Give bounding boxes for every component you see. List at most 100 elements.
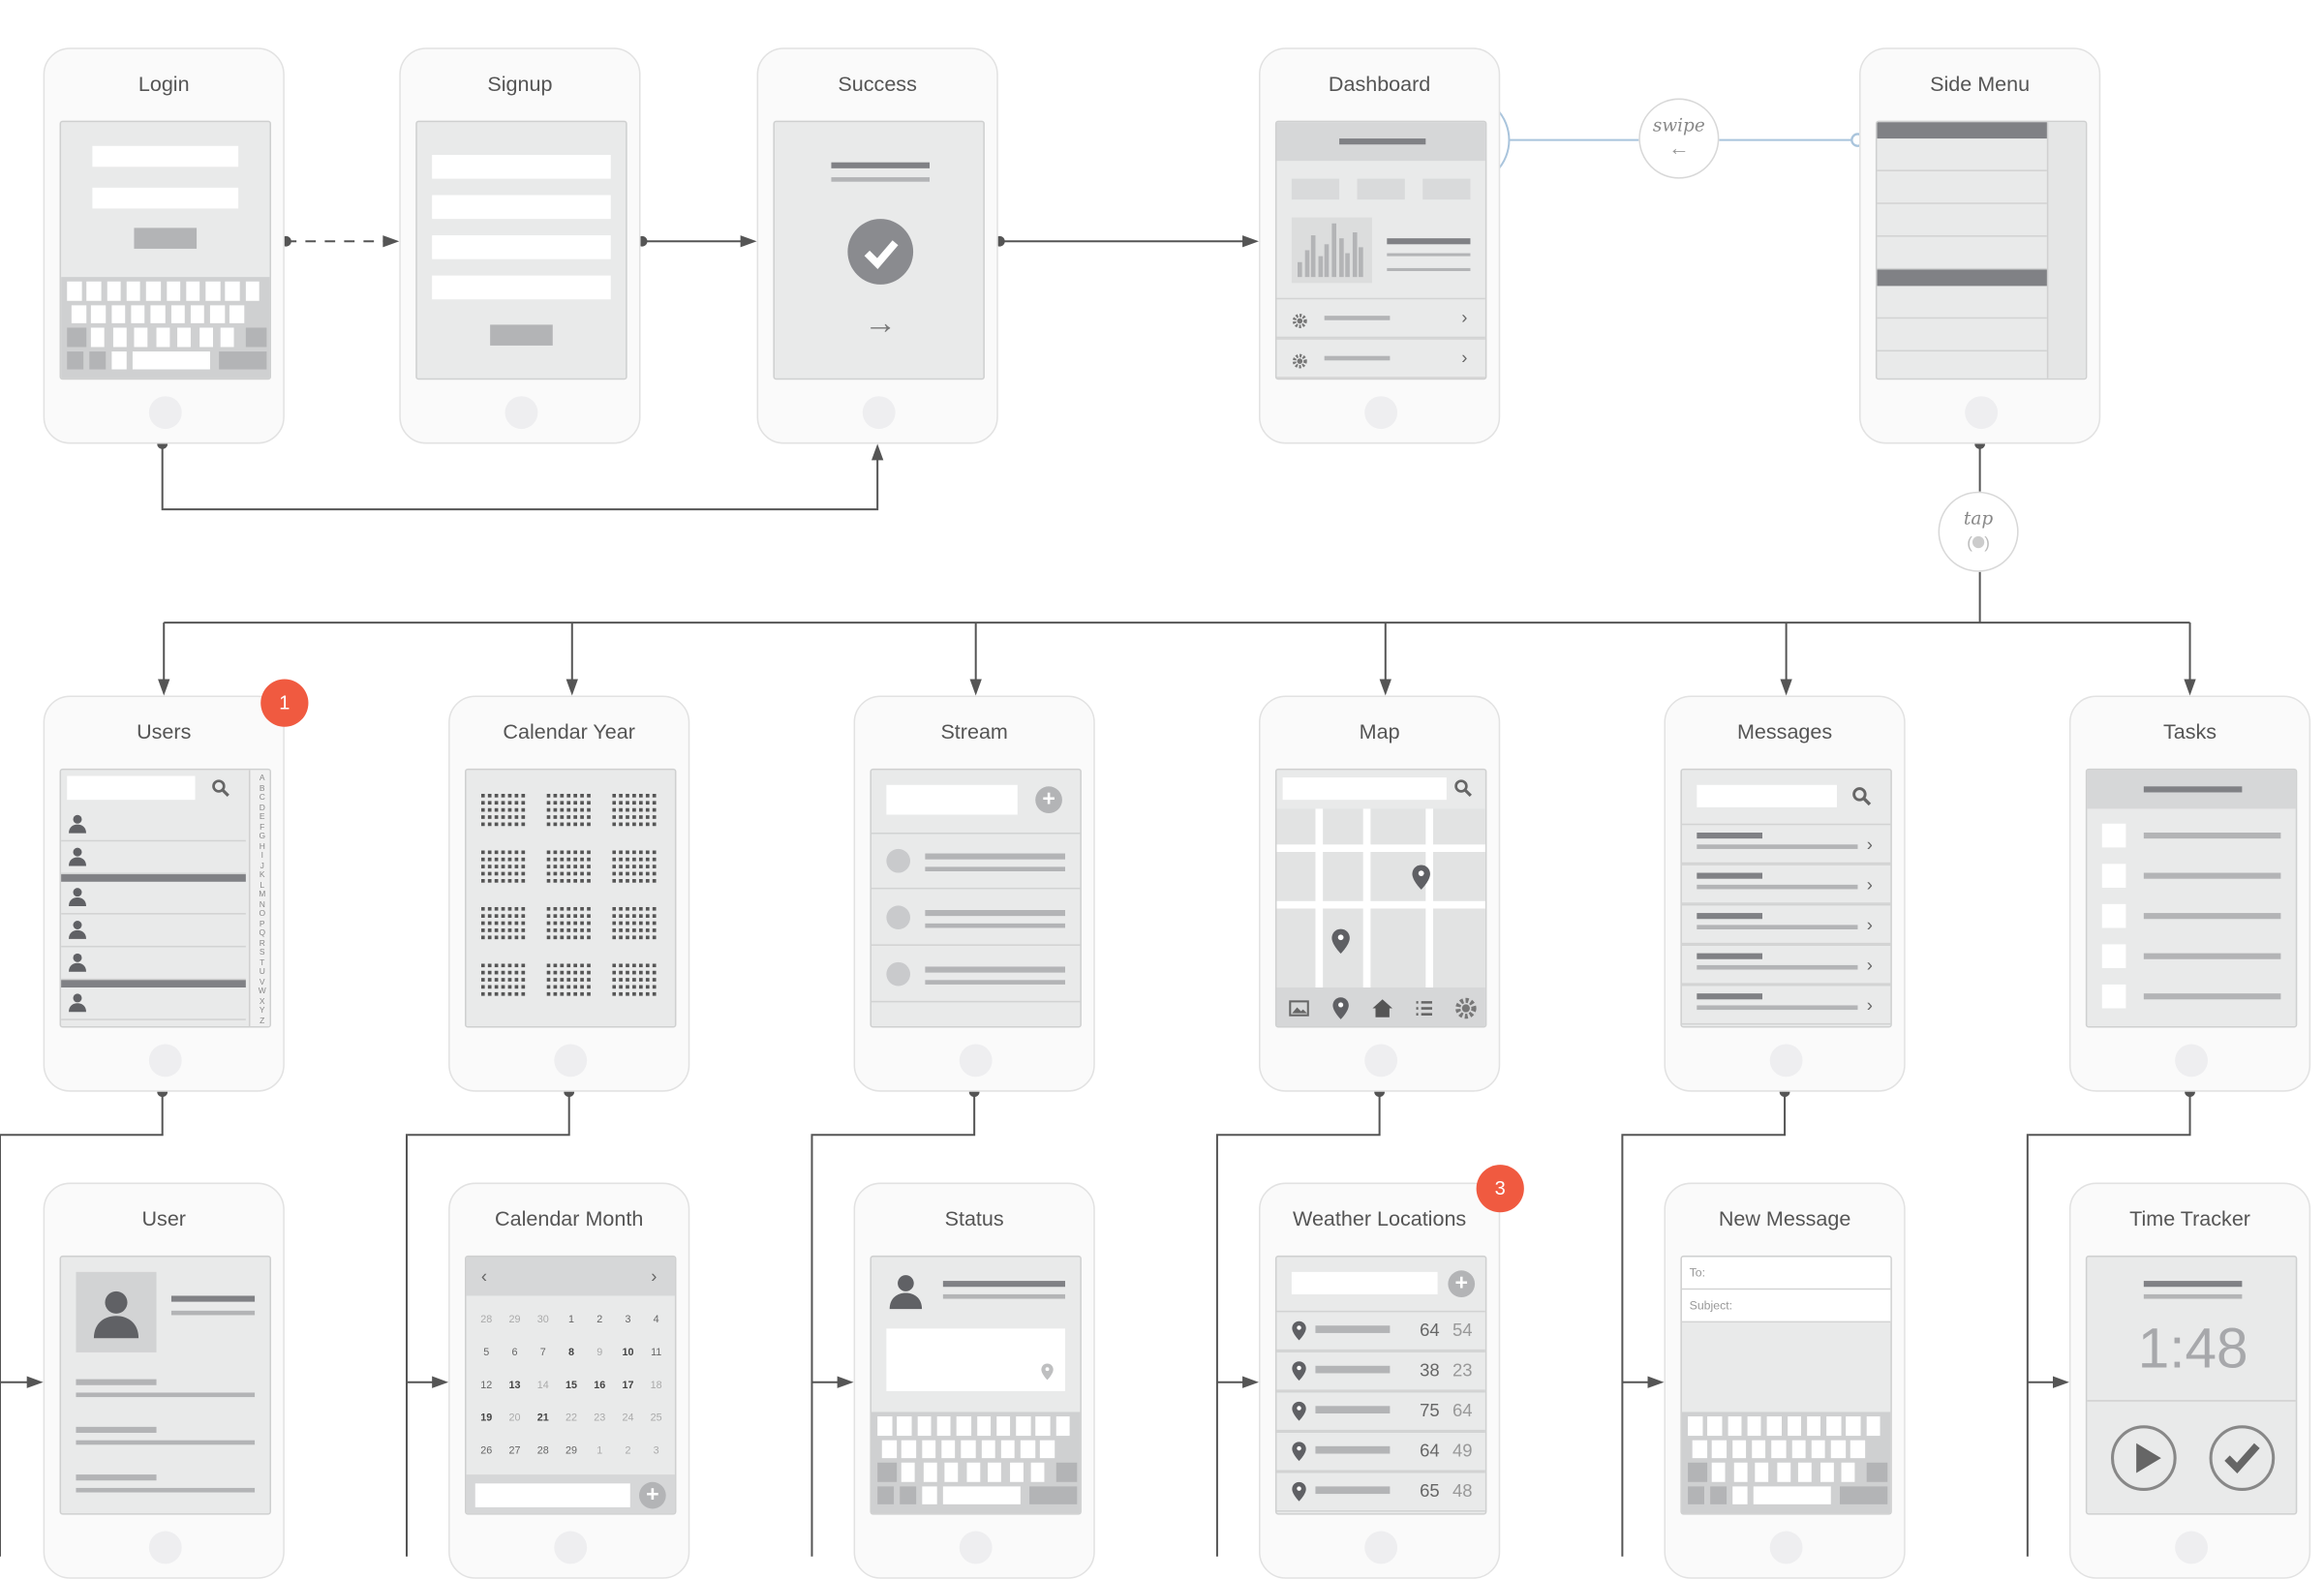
arrow-right-icon[interactable]: → [861,306,900,339]
home-button[interactable] [1364,1044,1398,1078]
key[interactable] [1009,1462,1024,1481]
key[interactable] [112,327,126,347]
subject-field[interactable]: Subject: [1681,1290,1891,1323]
month-grid[interactable] [612,793,659,830]
key[interactable] [877,1485,895,1504]
menu-item[interactable] [1877,351,2046,379]
day-cell[interactable]: 3 [642,1444,670,1459]
day-cell[interactable]: 8 [557,1347,585,1361]
key[interactable] [134,327,148,347]
day-cell[interactable]: 13 [501,1380,529,1394]
key[interactable] [111,350,127,370]
key[interactable] [67,281,81,300]
key[interactable] [146,281,161,300]
key[interactable] [1776,1462,1790,1481]
day-cell[interactable]: 2 [586,1314,614,1328]
home-button[interactable] [148,1531,182,1564]
home-icon[interactable] [1370,996,1394,1020]
key[interactable] [1707,1416,1723,1436]
day-cell[interactable]: 5 [473,1347,501,1361]
day-cell[interactable]: 15 [557,1380,585,1394]
day-cell[interactable]: 7 [529,1347,557,1361]
month-grid[interactable] [612,906,659,943]
key[interactable] [987,1462,1001,1481]
chevron-right-icon[interactable]: › [1867,996,1879,1014]
key[interactable] [1846,1416,1861,1436]
month-grid[interactable] [612,963,659,999]
day-cell[interactable]: 11 [642,1347,670,1361]
map-area[interactable] [1276,808,1485,987]
key[interactable] [166,281,181,300]
user-row[interactable] [61,915,246,948]
alphabet-index[interactable]: ABCDEFGHIJKLMNOPQRSTUVWXYZ [248,770,270,1026]
home-button[interactable] [1364,396,1398,430]
home-button[interactable] [554,1531,588,1564]
index-letter[interactable]: Z [250,1017,269,1026]
day-cell[interactable]: 2 [614,1444,642,1459]
key[interactable] [205,281,221,300]
day-cell[interactable]: 23 [586,1412,614,1426]
chevron-right-icon[interactable]: › [1461,308,1473,325]
day-cell[interactable]: 20 [501,1412,529,1426]
month-grid[interactable] [480,963,529,999]
task-checkbox[interactable] [2101,823,2126,848]
key[interactable] [921,1439,936,1459]
tile[interactable] [1357,178,1405,200]
list-icon[interactable] [1412,996,1436,1020]
day-cell[interactable]: 21 [529,1412,557,1426]
add-icon[interactable]: + [1035,786,1062,813]
user-row[interactable] [61,882,246,915]
add-icon[interactable]: + [638,1481,666,1509]
day-cell[interactable]: 30 [529,1314,557,1328]
day-cell[interactable]: 27 [501,1444,529,1459]
key[interactable] [900,1485,917,1504]
event-input[interactable] [474,1483,630,1507]
key[interactable] [1819,1462,1834,1481]
key[interactable] [86,281,102,300]
key[interactable] [1688,1416,1702,1436]
key[interactable] [877,1416,892,1436]
chevron-right-icon[interactable]: › [1867,957,1879,974]
home-button[interactable] [2175,1044,2208,1078]
day-cell[interactable]: 10 [614,1347,642,1361]
key[interactable] [1787,1416,1801,1436]
key[interactable] [1752,1439,1766,1459]
signup-field[interactable] [432,275,611,300]
return-key[interactable] [1029,1485,1078,1504]
space-key[interactable] [942,1485,1021,1504]
to-field[interactable]: To: [1681,1257,1891,1291]
month-grid[interactable] [546,793,595,830]
key[interactable] [976,1416,992,1436]
user-row[interactable] [61,808,246,842]
day-cell[interactable]: 19 [473,1412,501,1426]
return-key[interactable] [219,350,267,370]
key[interactable] [923,1462,936,1481]
key[interactable] [177,327,191,347]
day-cell[interactable]: 24 [614,1412,642,1426]
menu-item[interactable] [1877,269,2047,287]
key[interactable] [1806,1416,1821,1436]
delete-key[interactable] [245,327,267,347]
day-cell[interactable]: 25 [642,1412,670,1426]
key[interactable] [1826,1416,1841,1436]
key[interactable] [917,1416,932,1436]
key[interactable] [131,304,145,323]
chevron-right-icon[interactable]: › [1867,916,1879,933]
add-icon[interactable]: + [1448,1270,1476,1297]
key[interactable] [199,327,213,347]
location-input[interactable] [1291,1271,1438,1294]
key[interactable] [1731,1439,1747,1459]
day-cell[interactable]: 29 [557,1444,585,1459]
key[interactable] [956,1416,971,1436]
key[interactable] [1692,1439,1707,1459]
key[interactable] [1841,1462,1855,1481]
shift-key[interactable] [1688,1462,1708,1481]
pin-icon[interactable] [1329,996,1353,1020]
home-button[interactable] [505,396,538,430]
key[interactable] [1712,1439,1727,1459]
day-cell[interactable]: 16 [586,1380,614,1394]
key[interactable] [245,281,260,300]
shift-key[interactable] [67,327,87,347]
key[interactable] [1747,1416,1762,1436]
gear-icon[interactable] [1454,996,1479,1020]
